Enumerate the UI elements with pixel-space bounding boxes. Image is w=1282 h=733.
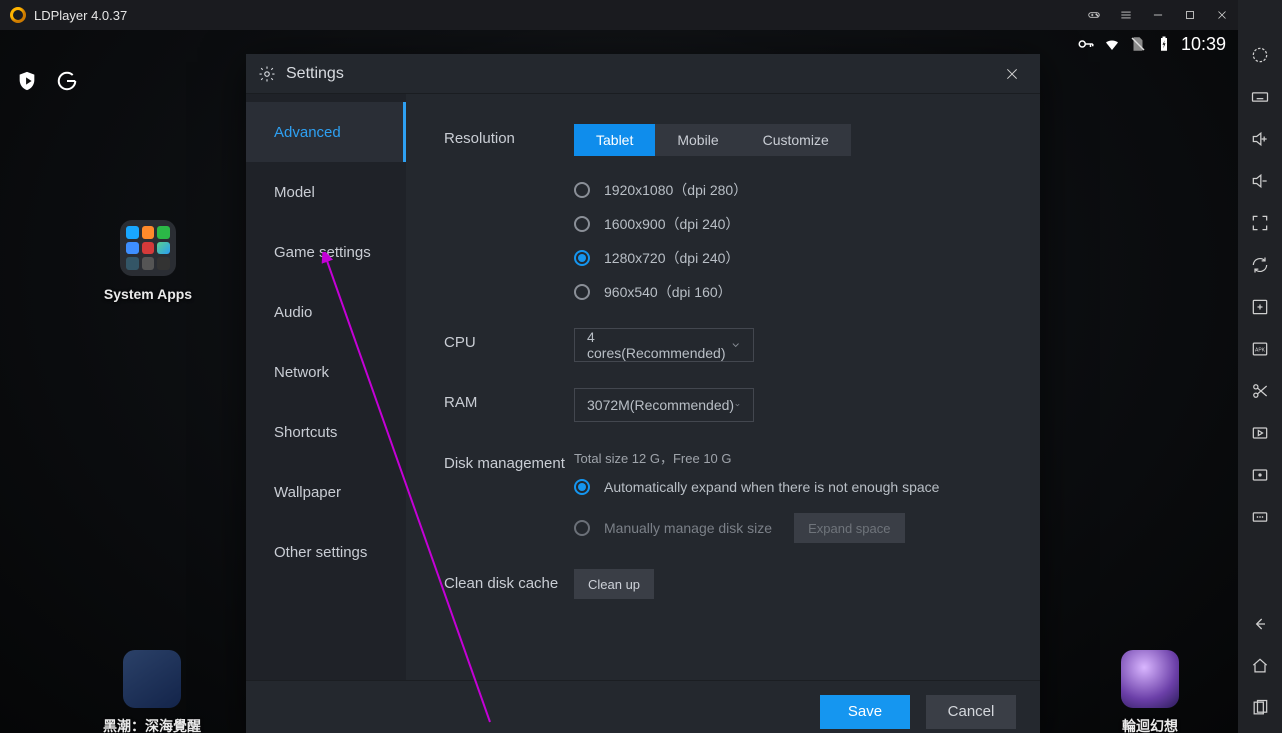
resolution-option-1080[interactable]: 1920x1080（dpi 280） — [574, 180, 851, 200]
resolution-label: Resolution — [444, 124, 574, 147]
svg-text:APK: APK — [1255, 348, 1266, 354]
cancel-button[interactable]: Cancel — [926, 695, 1016, 729]
rail-recent-icon[interactable] — [1238, 697, 1282, 719]
cache-label: Clean disk cache — [444, 569, 574, 592]
rail-volume-up-icon[interactable] — [1238, 128, 1282, 150]
resolution-option-900[interactable]: 1600x900（dpi 240） — [574, 214, 851, 234]
emulator-right-toolbar: APK — [1238, 0, 1282, 733]
settings-close-button[interactable] — [996, 58, 1028, 90]
save-button[interactable]: Save — [820, 695, 910, 729]
rail-keyboard-icon[interactable] — [1238, 86, 1282, 108]
minimize-button[interactable] — [1142, 0, 1174, 30]
sidebar-item-model[interactable]: Model — [246, 162, 406, 222]
no-sim-icon — [1129, 35, 1147, 53]
google-icon[interactable] — [56, 70, 78, 97]
ram-label: RAM — [444, 388, 574, 411]
titlebar-title: LDPlayer 4.0.37 — [34, 8, 127, 23]
system-apps-folder[interactable]: System Apps — [100, 220, 196, 302]
sidebar-item-game-settings[interactable]: Game settings — [246, 222, 406, 282]
disk-label: Disk management — [444, 448, 574, 474]
menu-icon[interactable] — [1110, 0, 1142, 30]
game-app-1[interactable]: 黑潮：深海覺醒 — [82, 650, 222, 733]
ram-dropdown[interactable]: 3072M(Recommended) — [574, 388, 754, 422]
cpu-label: CPU — [444, 328, 574, 351]
disk-option-manual[interactable]: Manually manage disk size Expand space — [574, 513, 939, 543]
rail-volume-down-icon[interactable] — [1238, 170, 1282, 192]
ram-dropdown-value: 3072M(Recommended) — [587, 397, 734, 413]
system-apps-label: System Apps — [100, 286, 196, 302]
resolution-option-540[interactable]: 960x540（dpi 160） — [574, 282, 851, 302]
rail-back-icon[interactable] — [1238, 613, 1282, 635]
settings-footer: Save Cancel — [246, 680, 1040, 733]
vpn-key-icon — [1077, 35, 1095, 53]
cpu-dropdown-value: 4 cores(Recommended) — [587, 329, 730, 361]
resolution-tab-customize[interactable]: Customize — [741, 124, 851, 156]
rail-home-icon[interactable] — [1238, 655, 1282, 677]
sidebar-item-wallpaper[interactable]: Wallpaper — [246, 462, 406, 522]
cpu-dropdown[interactable]: 4 cores(Recommended) — [574, 328, 754, 362]
expand-space-button: Expand space — [794, 513, 904, 543]
shield-icon[interactable] — [16, 70, 38, 97]
resolution-option-720[interactable]: 1280x720（dpi 240） — [574, 248, 851, 268]
resolution-tab-tablet[interactable]: Tablet — [574, 124, 655, 156]
sidebar-item-shortcuts[interactable]: Shortcuts — [246, 402, 406, 462]
android-statusbar: 10:39 — [1065, 30, 1238, 58]
rail-multi-instance-icon[interactable] — [1238, 296, 1282, 318]
rail-more-icon[interactable] — [1238, 506, 1282, 528]
emulator-desktop: 10:39 System Apps 黑潮：深海覺醒 輪迴幻想 Settings — [0, 30, 1238, 733]
titlebar: LDPlayer 4.0.37 — [0, 0, 1238, 30]
clean-up-button[interactable]: Clean up — [574, 569, 654, 599]
rail-sync-icon[interactable] — [1238, 254, 1282, 276]
resolution-option-900-label: 1600x900（dpi 240） — [604, 214, 739, 234]
gear-icon — [258, 65, 276, 83]
battery-charging-icon — [1155, 35, 1173, 53]
resolution-option-1080-label: 1920x1080（dpi 280） — [604, 180, 747, 200]
ldplayer-logo-icon — [10, 7, 26, 23]
game-app-2-label: 輪迴幻想 — [1090, 716, 1210, 733]
rail-apk-icon[interactable]: APK — [1238, 338, 1282, 360]
settings-sidebar: Advanced Model Game settings Audio Netwo… — [246, 94, 406, 680]
gamepad-icon[interactable] — [1078, 0, 1110, 30]
sidebar-item-audio[interactable]: Audio — [246, 282, 406, 342]
chevron-down-icon — [730, 339, 741, 351]
resolution-option-540-label: 960x540（dpi 160） — [604, 282, 732, 302]
settings-dialog: Settings Advanced Model Game settings Au… — [246, 54, 1040, 733]
rail-scissors-icon[interactable] — [1238, 380, 1282, 402]
maximize-button[interactable] — [1174, 0, 1206, 30]
settings-title: Settings — [286, 65, 344, 83]
sidebar-item-network[interactable]: Network — [246, 342, 406, 402]
settings-header: Settings — [246, 54, 1040, 94]
rail-fullscreen-icon[interactable] — [1238, 212, 1282, 234]
rail-settings-icon[interactable] — [1238, 44, 1282, 66]
game-app-2[interactable]: 輪迴幻想 — [1090, 650, 1210, 733]
resolution-tab-mobile[interactable]: Mobile — [655, 124, 740, 156]
resolution-mode-segment: Tablet Mobile Customize — [574, 124, 851, 156]
disk-option-auto[interactable]: Automatically expand when there is not e… — [574, 479, 939, 495]
statusbar-time: 10:39 — [1181, 34, 1226, 55]
sidebar-item-advanced[interactable]: Advanced — [246, 102, 406, 162]
disk-summary: Total size 12 G，Free 10 G — [574, 448, 939, 467]
game-app-1-label: 黑潮：深海覺醒 — [82, 716, 222, 733]
sidebar-item-other[interactable]: Other settings — [246, 522, 406, 582]
chevron-down-icon — [734, 399, 741, 411]
rail-operation-record-icon[interactable] — [1238, 464, 1282, 486]
close-button[interactable] — [1206, 0, 1238, 30]
settings-content: Resolution Tablet Mobile Customize 1920x… — [406, 94, 1040, 680]
rail-record-icon[interactable] — [1238, 422, 1282, 444]
disk-option-auto-label: Automatically expand when there is not e… — [604, 479, 939, 495]
wifi-icon — [1103, 35, 1121, 53]
disk-option-manual-label: Manually manage disk size — [604, 520, 772, 536]
resolution-option-720-label: 1280x720（dpi 240） — [604, 248, 739, 268]
